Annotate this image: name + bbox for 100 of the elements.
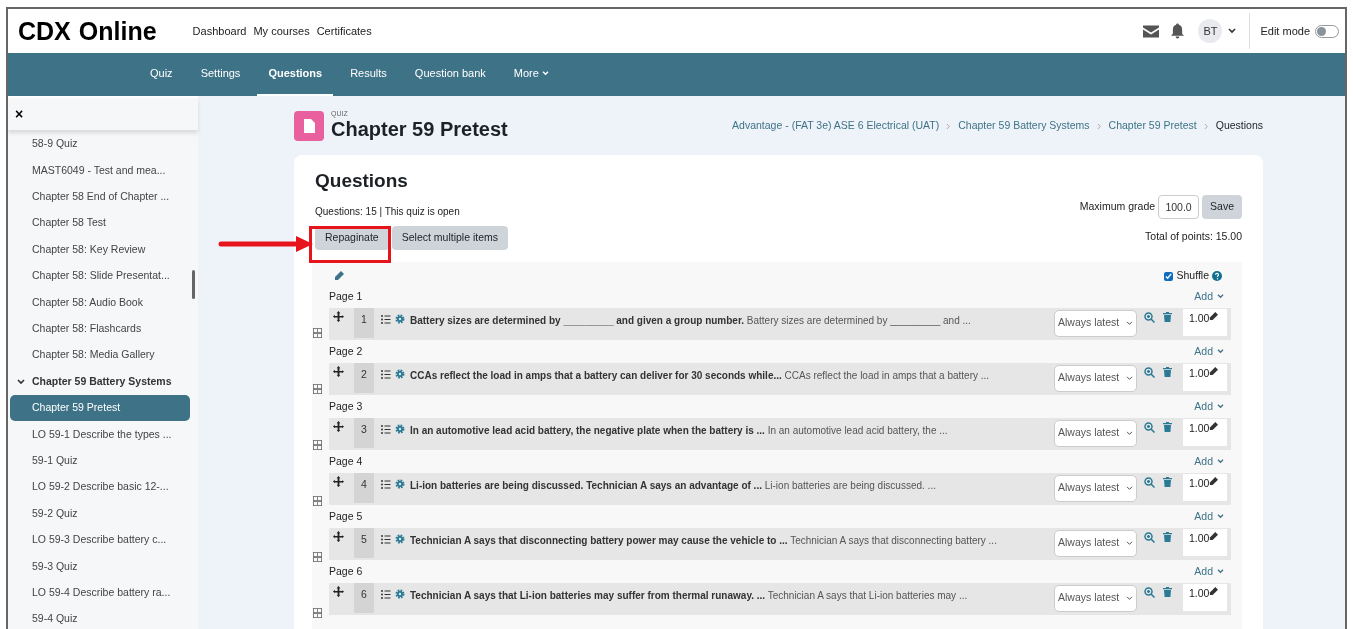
help-icon[interactable] — [1212, 271, 1222, 281]
sidebar-item[interactable]: Chapter 59 Pretest — [10, 394, 190, 422]
mark-field[interactable]: 1.00 — [1183, 583, 1227, 611]
edit-mode-toggle[interactable] — [1315, 24, 1339, 38]
user-avatar[interactable]: BT — [1198, 19, 1223, 43]
sidebar-item[interactable]: Chapter 58: Slide Presentat... — [10, 262, 190, 290]
scrollbar-thumb[interactable] — [192, 270, 195, 299]
nav-tab[interactable]: More — [502, 53, 560, 96]
move-icon[interactable] — [333, 530, 344, 542]
move-icon[interactable] — [333, 585, 344, 597]
breadcrumb-link[interactable]: Questions — [1215, 118, 1263, 134]
zoom-icon[interactable] — [1144, 531, 1155, 543]
move-icon[interactable] — [333, 310, 344, 322]
breadcrumb-link[interactable]: Chapter 59 Pretest — [1108, 118, 1197, 134]
sidebar-item[interactable]: MAST6049 - Test and mea... — [10, 157, 190, 184]
question-text[interactable]: Technician A says that disconnecting battery power may cause the vehicle to ... Technician A says that disconnecting battery ... — [410, 532, 997, 548]
sidebar-item[interactable]: 59-4 Quiz — [10, 606, 190, 629]
nav-link[interactable]: My courses — [253, 22, 310, 40]
version-select[interactable]: Always latest — [1054, 419, 1137, 447]
sidebar-item[interactable]: Chapter 58: Key Review — [10, 236, 190, 263]
maximum-grade-field[interactable]: 100.0 — [1158, 195, 1200, 219]
nav-tab[interactable]: Results — [339, 53, 398, 96]
action-button[interactable]: Select multiple items — [391, 225, 508, 250]
sidebar-item[interactable]: Chapter 58: Media Gallery — [10, 342, 190, 369]
nav-tab[interactable]: Question bank — [403, 53, 497, 96]
version-select[interactable]: Always latest — [1054, 364, 1137, 392]
sidebar-item[interactable]: Chapter 58: Audio Book — [10, 289, 190, 316]
breadcrumb-link[interactable]: Chapter 59 Battery Systems — [958, 118, 1090, 134]
add-link[interactable]: Add — [1194, 343, 1224, 360]
close-button[interactable]: × — [15, 107, 24, 121]
gear-icon[interactable] — [395, 588, 405, 599]
trash-icon[interactable] — [1163, 421, 1172, 432]
page-label: Page 5 — [329, 508, 363, 524]
pencil-icon[interactable] — [334, 271, 344, 281]
sidebar-item[interactable]: LO 59-4 Describe battery ra... — [10, 579, 190, 607]
nav-tab[interactable]: Quiz — [139, 53, 184, 96]
site-logo[interactable]: CDX Online — [18, 18, 157, 44]
move-icon[interactable] — [333, 420, 344, 432]
sidebar-item[interactable]: LO 59-1 Describe the types ... — [10, 421, 190, 448]
sidebar-item[interactable]: Chapter 58 End of Chapter ... — [10, 183, 190, 211]
add-link[interactable]: Add — [1194, 508, 1224, 525]
chevron-icon[interactable] — [17, 378, 25, 385]
page-label: Page 1 — [329, 288, 363, 304]
sidebar-item[interactable]: Chapter 58: Flashcards — [10, 315, 190, 343]
trash-icon[interactable] — [1163, 476, 1172, 487]
gear-icon[interactable] — [395, 533, 405, 544]
move-icon[interactable] — [333, 475, 344, 487]
gear-icon[interactable] — [395, 368, 405, 379]
add-link[interactable]: Add — [1194, 288, 1224, 305]
sidebar-item[interactable]: 58-9 Quiz — [10, 131, 190, 158]
sidebar-item[interactable]: LO 59-2 Describe basic 12-... — [10, 474, 190, 501]
trash-icon[interactable] — [1163, 366, 1172, 377]
question-text[interactable]: In an automotive lead acid battery, the negative plate when the battery is ... In an automotive lead acid battery, the ... — [410, 422, 948, 438]
shuffle-checkbox[interactable] — [1163, 271, 1173, 281]
bell-icon[interactable] — [1171, 23, 1185, 39]
gear-icon[interactable] — [395, 478, 405, 489]
nav-link[interactable]: Dashboard — [192, 22, 247, 40]
version-select[interactable]: Always latest — [1054, 584, 1137, 612]
pencil-icon — [1209, 531, 1219, 541]
question-number: 3 — [354, 417, 374, 448]
question-text[interactable]: CCAs reflect the load in amps that a battery can deliver for 30 seconds while... CCAs reflect the load in amps that a battery ... — [410, 367, 990, 383]
add-link[interactable]: Add — [1194, 563, 1224, 580]
version-select[interactable]: Always latest — [1054, 309, 1137, 337]
zoom-icon[interactable] — [1144, 586, 1155, 598]
sidebar-section[interactable]: Chapter 59 Battery Systems — [10, 368, 190, 395]
mark-field[interactable]: 1.00 — [1183, 308, 1227, 336]
sidebar-item[interactable]: Chapter 58 Test — [10, 210, 190, 237]
trash-icon[interactable] — [1163, 531, 1172, 542]
nav-link[interactable]: Certificates — [316, 22, 372, 40]
add-link[interactable]: Add — [1194, 453, 1224, 470]
trash-icon[interactable] — [1163, 311, 1172, 322]
question-text[interactable]: Li-ion batteries are being discussed. Technician A says an advantage of ... Li-ion batteries are being discussed. ... — [410, 477, 936, 493]
zoom-icon[interactable] — [1144, 476, 1155, 488]
gear-icon[interactable] — [395, 423, 405, 434]
zoom-icon[interactable] — [1144, 311, 1155, 323]
question-text[interactable]: Battery sizes are determined by _________ and given a group number. Battery sizes are determined by _________ and ... — [410, 312, 971, 328]
mail-icon[interactable] — [1143, 24, 1160, 38]
version-select[interactable]: Always latest — [1054, 474, 1137, 502]
chevron-icon — [1096, 122, 1102, 130]
mark-field[interactable]: 1.00 — [1183, 363, 1227, 391]
question-text[interactable]: Technician A says that Li-ion batteries may suffer from thermal runaway. ... Technician A says that Li-ion batteries may ... — [410, 587, 968, 603]
add-link[interactable]: Add — [1194, 398, 1224, 415]
caret-icon[interactable] — [1228, 28, 1237, 34]
pencil-icon — [1209, 421, 1219, 431]
save-button[interactable]: Save — [1202, 195, 1242, 219]
zoom-icon[interactable] — [1144, 366, 1155, 378]
mark-field[interactable]: 1.00 — [1183, 418, 1227, 446]
gear-icon[interactable] — [395, 313, 405, 324]
version-select[interactable]: Always latest — [1054, 529, 1137, 557]
mark-field[interactable]: 1.00 — [1183, 473, 1227, 501]
sidebar-item[interactable]: LO 59-3 Describe battery c... — [10, 526, 190, 554]
breadcrumb-link[interactable]: Advantage - (FAT 3e) ASE 6 Electrical (UAT) — [732, 118, 940, 134]
nav-tab[interactable]: Settings — [189, 53, 252, 96]
sidebar-item[interactable]: 59-2 Quiz — [10, 500, 190, 527]
move-icon[interactable] — [333, 365, 344, 377]
trash-icon[interactable] — [1163, 586, 1172, 597]
sidebar-item[interactable]: 59-3 Quiz — [10, 553, 190, 580]
zoom-icon[interactable] — [1144, 421, 1155, 433]
mark-field[interactable]: 1.00 — [1183, 528, 1227, 556]
sidebar-item[interactable]: 59-1 Quiz — [10, 447, 190, 475]
